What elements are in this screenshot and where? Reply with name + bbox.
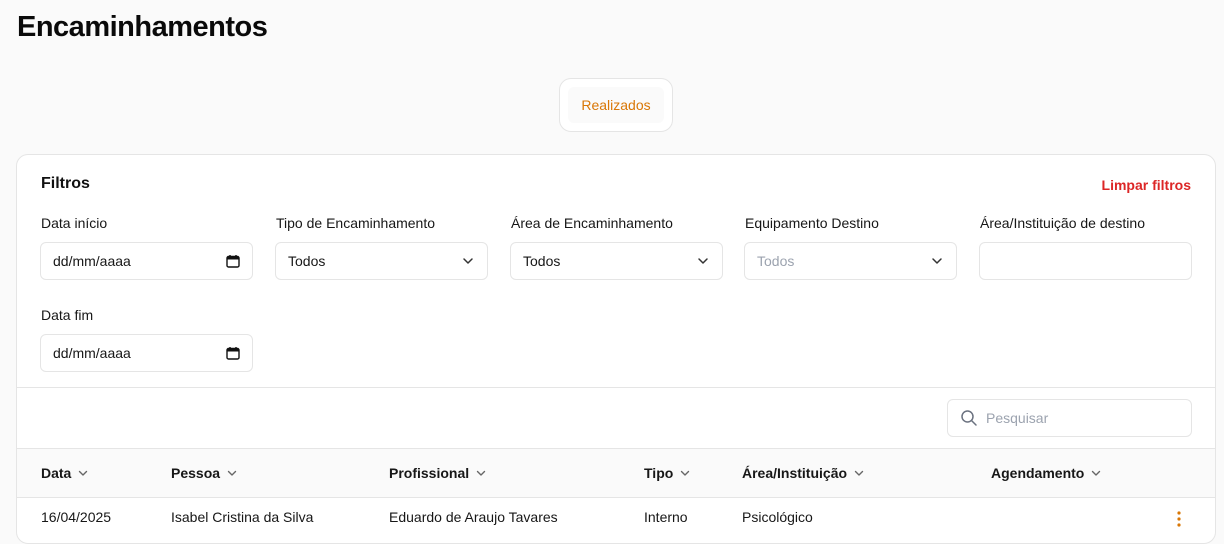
search-icon	[961, 410, 977, 426]
chevron-down-icon	[854, 470, 864, 476]
data-inicio-label: Data início	[41, 215, 108, 231]
calendar-icon[interactable]	[226, 346, 240, 360]
chevron-down-icon	[463, 258, 473, 264]
chevron-down-icon	[681, 470, 690, 476]
cell-pessoa: Isabel Cristina da Silva	[171, 509, 314, 525]
chevron-down-icon	[1092, 470, 1101, 476]
cell-area: Psicológico	[742, 509, 813, 525]
column-header-data[interactable]: Data	[41, 449, 89, 497]
column-header-pessoa[interactable]: Pessoa	[171, 449, 238, 497]
instituicao-input[interactable]	[979, 242, 1192, 280]
filters-card: Filtros Limpar filtros Data início Tipo …	[16, 154, 1216, 544]
tipo-select[interactable]: Todos	[275, 242, 488, 280]
chevron-down-icon	[476, 470, 486, 476]
chevron-down-icon	[227, 470, 237, 476]
column-label: Tipo	[644, 465, 674, 481]
tipo-value: Todos	[288, 253, 326, 269]
column-header-agendamento[interactable]: Agendamento	[991, 449, 1102, 497]
clear-filters-button[interactable]: Limpar filtros	[1102, 177, 1191, 193]
data-fim-input[interactable]: dd/mm/aaaa	[40, 334, 253, 372]
equipamento-label: Equipamento Destino	[745, 215, 879, 231]
search-input[interactable]	[986, 410, 1176, 426]
instituicao-label: Área/Instituição de destino	[980, 215, 1145, 231]
column-label: Agendamento	[991, 465, 1085, 481]
area-select[interactable]: Todos	[510, 242, 723, 280]
calendar-icon[interactable]	[226, 254, 240, 268]
chevron-down-icon	[698, 258, 708, 264]
tab-realizados[interactable]: Realizados	[568, 87, 664, 123]
area-label: Área de Encaminhamento	[511, 215, 673, 231]
more-vertical-icon[interactable]	[1175, 510, 1183, 528]
cell-tipo: Interno	[644, 509, 688, 525]
data-inicio-value: dd/mm/aaaa	[53, 253, 131, 269]
table-header: Data Pessoa Profissional Tipo Área/Insti…	[17, 448, 1215, 498]
equipamento-select[interactable]: Todos	[744, 242, 957, 280]
column-header-tipo[interactable]: Tipo	[644, 449, 691, 497]
data-inicio-input[interactable]: dd/mm/aaaa	[40, 242, 253, 280]
cell-data: 16/04/2025	[41, 509, 112, 525]
column-label: Pessoa	[171, 465, 221, 481]
column-header-area[interactable]: Área/Instituição	[742, 449, 865, 497]
tipo-label: Tipo de Encaminhamento	[276, 215, 436, 231]
chevron-down-icon	[932, 258, 942, 264]
cell-profissional: Eduardo de Araujo Tavares	[389, 509, 558, 525]
data-fim-value: dd/mm/aaaa	[53, 345, 131, 361]
column-label: Área/Instituição	[742, 465, 848, 481]
filters-title: Filtros	[41, 175, 90, 192]
equipamento-value: Todos	[757, 253, 795, 269]
data-fim-label: Data fim	[41, 307, 94, 323]
page-title: Encaminhamentos	[17, 11, 268, 43]
divider	[17, 387, 1215, 388]
column-header-profissional[interactable]: Profissional	[389, 449, 487, 497]
column-label: Profissional	[389, 465, 470, 481]
search-box[interactable]	[947, 399, 1192, 437]
column-label: Data	[41, 465, 72, 481]
chevron-down-icon	[79, 470, 88, 476]
area-value: Todos	[523, 253, 561, 269]
tab-list: Realizados	[559, 78, 673, 132]
